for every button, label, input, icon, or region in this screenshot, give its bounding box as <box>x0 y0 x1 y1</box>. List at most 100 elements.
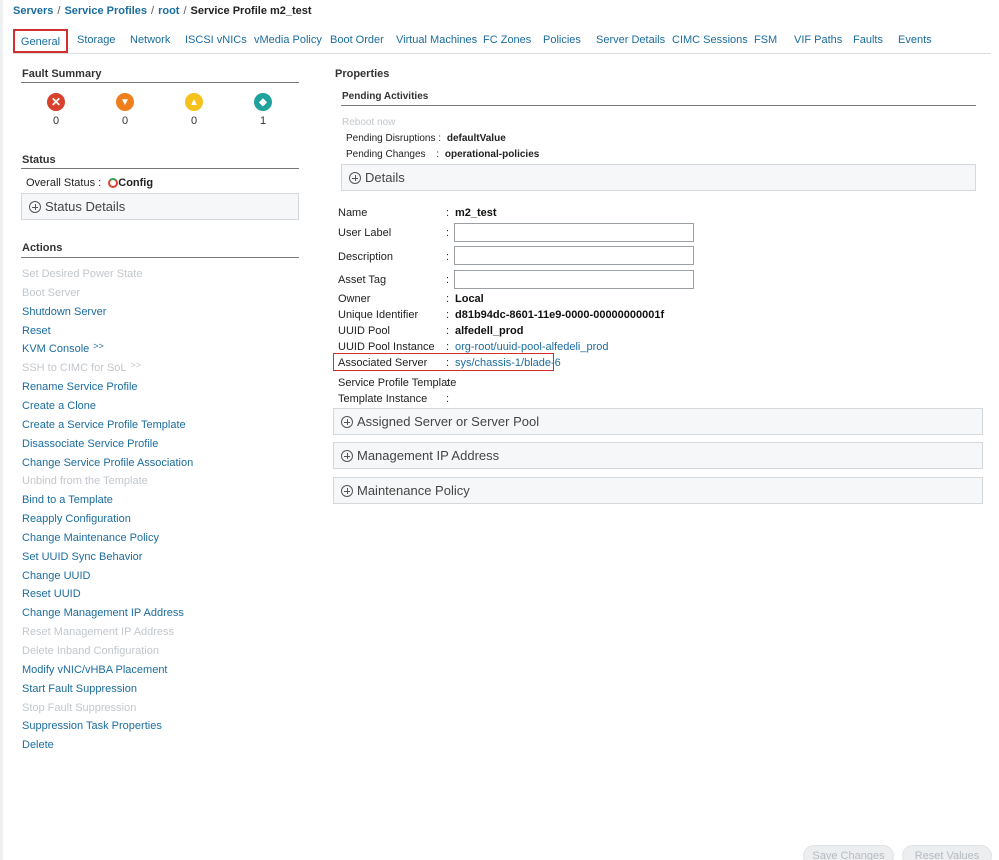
breadcrumb: Servers / Service Profiles / root / Service Pr… <box>13 5 312 17</box>
pending-activities-title: Pending Activities <box>342 91 429 102</box>
action-kvm-console[interactable]: KVM Console >> <box>22 341 104 355</box>
associated-server-link[interactable]: sys/chassis-1/blade-6 <box>455 357 561 369</box>
assigned-server-expander[interactable]: Assigned Server or Server Pool <box>333 408 983 435</box>
tab-iscsi-vnics[interactable]: ISCSI vNICs <box>185 29 247 53</box>
fault-minor-count: 0 <box>190 115 198 127</box>
action-ssh-to-cimc-for-sol[interactable]: SSH to CIMC for SoL >> <box>22 360 142 374</box>
major-icon: ▼ <box>116 93 134 111</box>
action-delete[interactable]: Delete <box>22 739 54 751</box>
tab-bar: General Storage Network ISCSI vNICs vMed… <box>13 29 991 54</box>
breadcrumb-servers[interactable]: Servers <box>13 5 53 17</box>
details-expander[interactable]: Details <box>341 164 976 191</box>
tab-vmedia-policy[interactable]: vMedia Policy <box>254 29 322 53</box>
uuid-pool-instance-link[interactable]: org-root/uuid-pool-alfedeli_prod <box>455 341 608 353</box>
reboot-now-link[interactable]: Reboot now <box>342 117 395 128</box>
uuid-value: d81b94dc-8601-11e9-0000-00000000001f <box>455 309 665 321</box>
pending-disruptions-label: Pending Disruptions : <box>346 133 442 144</box>
reset-values-button[interactable]: Reset Values <box>902 845 992 860</box>
user-label-colon: : <box>446 227 450 239</box>
plus-circle-icon <box>341 484 353 497</box>
tab-vif-paths[interactable]: VIF Paths <box>794 29 842 53</box>
action-create-a-clone[interactable]: Create a Clone <box>22 400 96 412</box>
tab-general[interactable]: General <box>13 29 68 53</box>
action-unbind-from-the-template[interactable]: Unbind from the Template <box>22 475 148 487</box>
action-rename-service-profile[interactable]: Rename Service Profile <box>22 381 138 393</box>
breadcrumb-sep: / <box>57 5 61 17</box>
action-reapply-configuration[interactable]: Reapply Configuration <box>22 513 131 525</box>
status-title: Status <box>22 154 56 166</box>
fault-critical[interactable]: ✕ 0 <box>41 93 71 127</box>
action-bind-to-a-template[interactable]: Bind to a Template <box>22 494 113 506</box>
action-label: Reset <box>22 325 51 337</box>
action-reset-uuid[interactable]: Reset UUID <box>22 588 81 600</box>
action-boot-server[interactable]: Boot Server <box>22 287 80 299</box>
action-label: Set UUID Sync Behavior <box>22 551 143 563</box>
asset-tag-label: Asset Tag <box>338 274 387 286</box>
action-suppression-task-properties[interactable]: Suppression Task Properties <box>22 720 162 732</box>
pending-disruptions: Pending Disruptions : defaultValue <box>346 133 506 144</box>
action-change-management-ip-address[interactable]: Change Management IP Address <box>22 607 184 619</box>
critical-icon: ✕ <box>47 93 65 111</box>
status-details-expander[interactable]: Status Details <box>21 193 299 220</box>
fault-warning[interactable]: ◆ 1 <box>248 93 278 127</box>
action-create-a-service-profile-template[interactable]: Create a Service Profile Template <box>22 419 186 431</box>
action-label: Set Desired Power State <box>22 268 143 280</box>
action-label: Change UUID <box>22 570 91 582</box>
tab-cimc-sessions[interactable]: CIMC Sessions <box>672 29 748 53</box>
action-label: Delete <box>22 739 54 751</box>
pending-changes-colon: : <box>436 149 440 160</box>
action-label: Start Fault Suppression <box>22 683 137 695</box>
tab-server-details[interactable]: Server Details <box>596 29 665 53</box>
tab-boot-order[interactable]: Boot Order <box>330 29 384 53</box>
maintenance-policy-expander[interactable]: Maintenance Policy <box>333 477 983 504</box>
action-disassociate-service-profile[interactable]: Disassociate Service Profile <box>22 438 158 450</box>
action-label: Reapply Configuration <box>22 513 131 525</box>
action-start-fault-suppression[interactable]: Start Fault Suppression <box>22 683 137 695</box>
breadcrumb-root[interactable]: root <box>158 5 179 17</box>
minor-icon: ▲ <box>185 93 203 111</box>
tab-policies[interactable]: Policies <box>543 29 581 53</box>
action-label: Disassociate Service Profile <box>22 438 159 450</box>
tab-network[interactable]: Network <box>130 29 170 53</box>
fault-major-count: 0 <box>121 115 129 127</box>
pending-disruptions-value: defaultValue <box>446 133 506 144</box>
action-change-service-profile-association[interactable]: Change Service Profile Association <box>22 457 193 469</box>
tab-virtual-machines[interactable]: Virtual Machines <box>396 29 477 53</box>
action-delete-inband-configuration[interactable]: Delete Inband Configuration <box>22 645 159 657</box>
save-changes-button[interactable]: Save Changes <box>803 845 894 860</box>
name-label: Name <box>338 207 368 219</box>
action-label: Modify vNIC/vHBA Placement <box>22 664 168 676</box>
user-label-input[interactable] <box>454 223 694 242</box>
management-ip-expander[interactable]: Management IP Address <box>333 442 983 469</box>
double-chevron-icon: >> <box>130 360 142 370</box>
action-reset-management-ip-address[interactable]: Reset Management IP Address <box>22 626 174 638</box>
action-label: Shutdown Server <box>22 306 107 318</box>
action-reset[interactable]: Reset <box>22 325 51 337</box>
fault-minor[interactable]: ▲ 0 <box>179 93 209 127</box>
action-label: Delete Inband Configuration <box>22 645 159 657</box>
action-modify-vnic-vhba-placement[interactable]: Modify vNIC/vHBA Placement <box>22 664 168 676</box>
tab-events[interactable]: Events <box>898 29 932 53</box>
description-colon: : <box>446 251 450 263</box>
maintenance-policy-label: Maintenance Policy <box>357 483 470 498</box>
breadcrumb-service-profiles[interactable]: Service Profiles <box>64 5 147 17</box>
name-value: m2_test <box>455 207 497 219</box>
pending-changes-value: operational-policies <box>444 149 540 160</box>
action-set-uuid-sync-behavior[interactable]: Set UUID Sync Behavior <box>22 551 142 563</box>
tab-faults[interactable]: Faults <box>853 29 883 53</box>
action-shutdown-server[interactable]: Shutdown Server <box>22 306 106 318</box>
fault-major[interactable]: ▼ 0 <box>110 93 140 127</box>
asset-tag-input[interactable] <box>454 270 694 289</box>
tab-storage[interactable]: Storage <box>77 29 116 53</box>
description-input[interactable] <box>454 246 694 265</box>
action-change-maintenance-policy[interactable]: Change Maintenance Policy <box>22 532 159 544</box>
action-change-uuid[interactable]: Change UUID <box>22 570 90 582</box>
action-stop-fault-suppression[interactable]: Stop Fault Suppression <box>22 702 136 714</box>
action-set-desired-power-state[interactable]: Set Desired Power State <box>22 268 142 280</box>
plus-circle-icon <box>29 200 41 213</box>
action-label: SSH to CIMC for SoL <box>22 362 127 374</box>
details-label: Details <box>365 170 405 185</box>
tab-fc-zones[interactable]: FC Zones <box>483 29 531 53</box>
tab-fsm[interactable]: FSM <box>754 29 777 53</box>
action-label: Reset Management IP Address <box>22 626 175 638</box>
